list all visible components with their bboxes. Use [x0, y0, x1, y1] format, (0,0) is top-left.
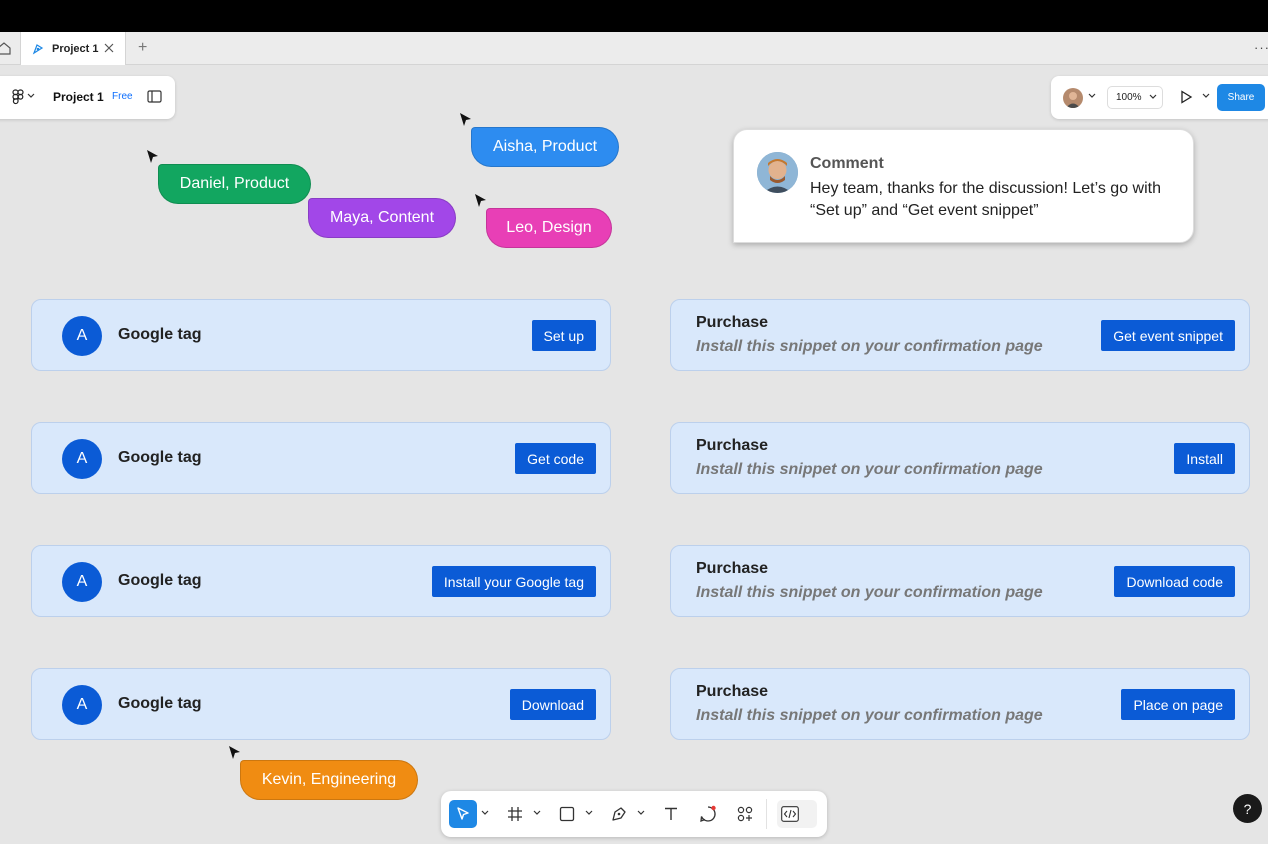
text-tool[interactable] [661, 800, 681, 828]
card-subtitle: Install this snippet on your confirmatio… [696, 584, 1043, 601]
place-on-page-button[interactable]: Place on page [1121, 689, 1235, 720]
comment-tool[interactable] [698, 800, 718, 828]
tab-title: Project 1 [52, 42, 99, 55]
purchase-card: Purchase Install this snippet on your co… [670, 668, 1250, 740]
pen-tool[interactable] [609, 800, 629, 828]
collaborator-label-kevin: Kevin, Engineering [240, 760, 418, 800]
card-title: Purchase [696, 314, 769, 331]
chevron-down-icon[interactable] [481, 810, 489, 816]
move-tool[interactable] [449, 800, 477, 828]
get-event-snippet-button[interactable]: Get event snippet [1101, 320, 1235, 351]
chevron-down-icon[interactable] [637, 810, 645, 816]
set-up-button[interactable]: Set up [531, 320, 596, 351]
collaborator-label-maya: Maya, Content [308, 198, 456, 238]
avatar-letter: A [62, 316, 102, 356]
toolbar-divider [766, 799, 767, 829]
comment-icon [700, 805, 716, 822]
cursor-icon [229, 746, 240, 759]
card-title: Google tag [118, 449, 202, 466]
download-button[interactable]: Download [509, 689, 596, 720]
tab-bar: Project 1 + ··· [0, 32, 1268, 65]
purchase-card: Purchase Install this snippet on your co… [670, 299, 1250, 371]
bottom-toolbar [441, 791, 827, 837]
card-title: Google tag [118, 326, 202, 343]
figma-file-icon [32, 43, 44, 54]
more-options-button[interactable]: ··· [1254, 40, 1268, 55]
comment-bubble[interactable]: Comment Hey team, thanks for the discuss… [733, 129, 1194, 243]
window-top-bar [0, 0, 1268, 32]
get-code-button[interactable]: Get code [515, 443, 596, 474]
card-subtitle: Install this snippet on your confirmatio… [696, 707, 1043, 724]
commenter-avatar [757, 152, 798, 193]
chevron-down-icon [1149, 94, 1157, 99]
chevron-down-icon[interactable] [533, 810, 541, 816]
card-title: Google tag [118, 572, 202, 589]
card-subtitle: Install this snippet on your confirmatio… [696, 338, 1043, 355]
card-title: Purchase [696, 683, 769, 700]
purchase-card: Purchase Install this snippet on your co… [670, 545, 1250, 617]
card-subtitle: Install this snippet on your confirmatio… [696, 461, 1043, 478]
frame-tool[interactable] [505, 800, 525, 828]
comment-text: Hey team, thanks for the discussion! Let… [810, 180, 1161, 219]
card-title: Google tag [118, 695, 202, 712]
cursor-icon [460, 113, 471, 126]
project-name[interactable]: Project 1 [53, 90, 104, 104]
actions-tool[interactable] [735, 800, 755, 828]
chevron-down-icon[interactable] [27, 93, 35, 99]
new-tab-button[interactable]: + [138, 40, 147, 56]
close-icon[interactable] [103, 42, 115, 54]
user-avatar[interactable] [1063, 88, 1083, 108]
code-icon [781, 806, 799, 822]
components-icon [737, 806, 753, 822]
google-tag-card: A Google tag Get code [31, 422, 611, 494]
frame-icon [508, 807, 522, 821]
cursor-icon [475, 194, 486, 207]
toggle-sidebar-icon[interactable] [147, 90, 162, 103]
install-google-tag-button[interactable]: Install your Google tag [431, 566, 596, 597]
card-title: Purchase [696, 437, 769, 454]
google-tag-card: A Google tag Set up [31, 299, 611, 371]
install-button[interactable]: Install [1174, 443, 1235, 474]
chevron-down-icon[interactable] [1088, 93, 1096, 99]
present-play-icon[interactable] [1179, 90, 1193, 104]
chevron-down-icon[interactable] [1202, 93, 1210, 99]
rectangle-icon [559, 806, 575, 822]
tab-project[interactable]: Project 1 [20, 32, 126, 65]
purchase-card: Purchase Install this snippet on your co… [670, 422, 1250, 494]
avatar-letter: A [62, 685, 102, 725]
avatar-letter: A [62, 439, 102, 479]
cursor-icon [147, 150, 158, 163]
dev-mode-toggle[interactable] [777, 800, 817, 828]
chevron-down-icon[interactable] [585, 810, 593, 816]
share-button[interactable]: Share [1217, 84, 1265, 111]
right-header-panel: 100% Share [1051, 76, 1268, 119]
move-cursor-icon [457, 807, 469, 820]
plan-badge: Free [112, 91, 133, 102]
download-code-button[interactable]: Download code [1114, 566, 1235, 597]
help-button[interactable]: ? [1233, 794, 1262, 823]
text-icon [665, 807, 677, 820]
comment-title: Comment [810, 155, 884, 172]
home-icon[interactable] [0, 40, 12, 56]
google-tag-card: A Google tag Install your Google tag [31, 545, 611, 617]
figma-logo-icon[interactable] [11, 89, 25, 105]
zoom-value: 100% [1116, 92, 1142, 103]
pen-icon [612, 807, 626, 821]
collaborator-label-aisha: Aisha, Product [471, 127, 619, 167]
avatar-letter: A [62, 562, 102, 602]
card-title: Purchase [696, 560, 769, 577]
zoom-select[interactable]: 100% [1107, 86, 1163, 109]
collaborator-label-daniel: Daniel, Product [158, 164, 311, 204]
google-tag-card: A Google tag Download [31, 668, 611, 740]
collaborator-label-leo: Leo, Design [486, 208, 612, 248]
file-panel: Project 1 Free [0, 76, 175, 119]
shape-tool[interactable] [557, 800, 577, 828]
